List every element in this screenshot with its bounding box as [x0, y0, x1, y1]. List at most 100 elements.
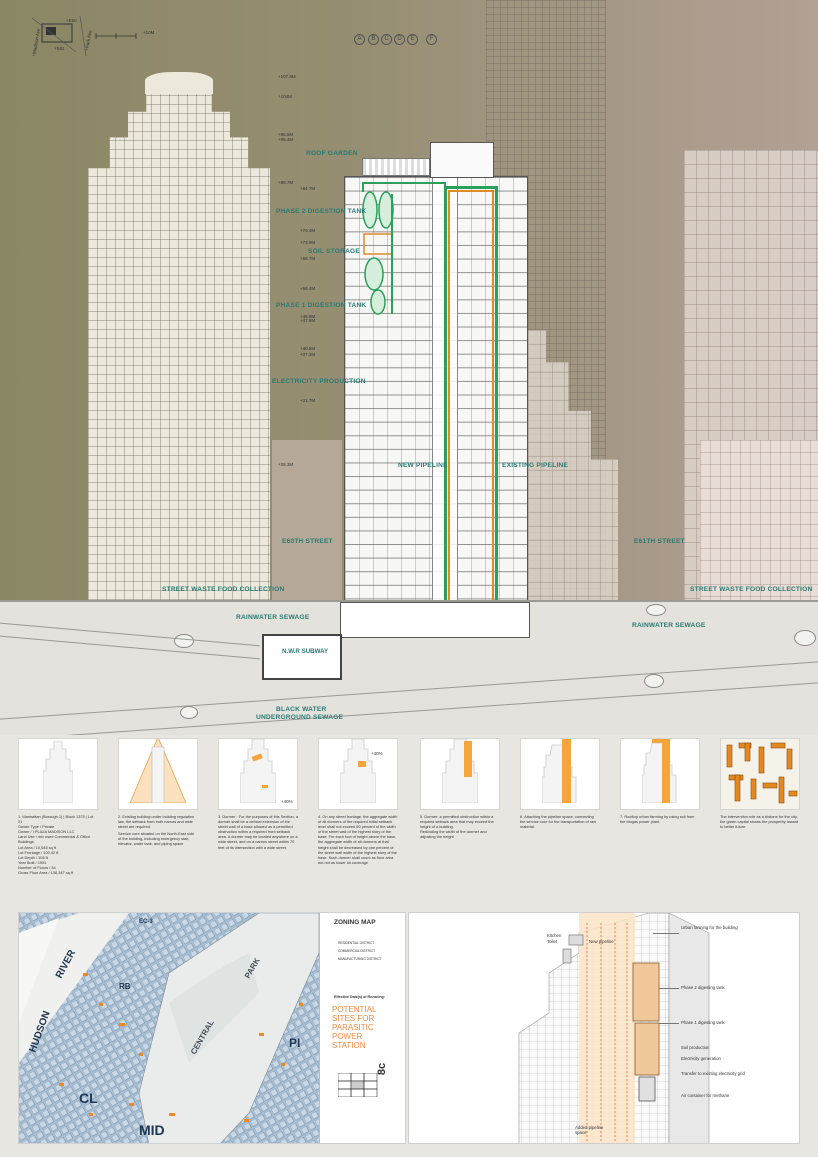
diagram-7: 7. Rooftop urban farming by using soil f…: [620, 738, 700, 824]
map-label-cl: CL: [79, 1090, 98, 1106]
rooftop-farming-icon: [642, 739, 677, 803]
diagram-2-image: [118, 738, 198, 810]
label-rainwater-right: RAINWATER SEWAGE: [632, 622, 706, 629]
dormer-icon: [240, 739, 276, 803]
massing-diagram-row: 1. Manhattan (Borough 1) | Block 1375 | …: [0, 735, 818, 915]
grid-axis-b: B: [368, 34, 379, 45]
diagram-4-image: 40%: [318, 738, 398, 810]
axo-label-phase1: Phase 1 digesting tank: [681, 1020, 725, 1025]
potential-line-1: POTENTIAL: [332, 1005, 377, 1014]
axo-label-transfer: Transfer to existing electricity grid: [681, 1071, 745, 1076]
axo-label-new-pipeline: New pipeline: [589, 939, 614, 944]
diagram-4-pct: 40%: [371, 751, 383, 756]
orange-pipeline: [448, 190, 494, 630]
diagram-5-text: 5. Dormer: a permitted obstruction withi…: [420, 814, 494, 840]
grid-axis-f: F: [426, 34, 437, 45]
left-tower-crown: [145, 72, 213, 94]
elevation-mark: 84.7M: [300, 186, 316, 191]
diagram-7-text: 7. Rooftop urban farming by using soil f…: [620, 814, 695, 825]
diagram-3: 40% 3. Dormer - For the purposes of this…: [218, 738, 298, 850]
potential-line-3: PARASITIC: [332, 1023, 374, 1032]
label-underground-sewage: UNDERGROUND SEWAGE: [256, 714, 344, 721]
street-e61: E61: [54, 46, 65, 51]
diagram-3-pct: 40%: [281, 799, 293, 804]
axo-label-urban-farming: Urban farming for the building: [681, 925, 738, 930]
map-label-rb: RB: [119, 982, 131, 991]
diagram-5: 5. Dormer: a permitted obstruction withi…: [420, 738, 500, 839]
diagram-6-image: [520, 738, 600, 810]
axo-label-toilet: Toilet: [547, 939, 558, 944]
subway-label: N.W.R SUBWAY: [282, 648, 329, 655]
label-phase1: PHASE 1 DIGESTION TANK: [276, 302, 367, 309]
diagram-2-text-b: Service core situated on the North-East …: [118, 831, 195, 847]
diagram-3-text: 3. Dormer - For the purposes of this Sec…: [218, 814, 299, 850]
dormer-width-icon: [340, 739, 376, 803]
map-label-ec3: EC-3: [139, 919, 153, 925]
basement: [340, 602, 530, 638]
grid-axis-a: A: [354, 34, 365, 45]
axo-label-kitchen: Kitchen: [547, 933, 562, 938]
label-street-waste-left: STREET WASTE FOOD COLLECTION: [162, 586, 285, 593]
biotone-pattern-icon: [726, 742, 798, 804]
far-right-lower-bldg: [700, 440, 818, 600]
key-grid-icon: [338, 1073, 378, 1097]
pipeline-space-icon: [542, 739, 577, 803]
axonometric-panel: Urban farming for the building Phase 2 d…: [408, 912, 800, 1144]
diagram-1-image: [18, 738, 98, 810]
diagram-6: 6. Attaching the pipeline space, connect…: [520, 738, 600, 829]
potential-line-4: POWER: [332, 1032, 363, 1041]
label-existing-pipeline: EXISTING PIPELINE: [502, 462, 569, 469]
zoning-map-canvas: HUDSON RIVER CENTRAL PARK CL MID PI EC-3…: [19, 913, 319, 1143]
leader-phase2: [659, 988, 679, 989]
elevation-mark: 73.9M: [300, 240, 316, 245]
label-new-pipeline: NEW PIPELINE: [398, 462, 448, 469]
zoning-map-legend: ZONING MAP RESIDENTIAL DISTRICT COMMERCI…: [319, 913, 405, 1143]
elevation-mark: 104M: [278, 94, 292, 99]
label-roof-garden: ROOF GARDEN: [306, 150, 358, 157]
elevation-mark: 68.7M: [300, 256, 316, 261]
diagram-3-image: 40%: [218, 738, 298, 810]
diagram-1: 1. Manhattan (Borough 1) | Block 1375 | …: [18, 738, 98, 875]
legend-item-commercial: COMMERCIAL DISTRICT: [338, 949, 376, 953]
diagram-2: 2. Existing building under building regu…: [118, 738, 198, 847]
setback-envelope-icon: [130, 739, 186, 803]
label-soil-storage: SOIL STORAGE: [308, 248, 360, 255]
axo-label-electricity: Electricity generation: [681, 1056, 721, 1061]
elevation-mark: 107.8M: [278, 74, 296, 79]
diagram-6-text: 6. Attaching the pipeline space, connect…: [520, 814, 597, 830]
diagram-2-text: 2. Existing building under building regu…: [118, 814, 195, 830]
label-electricity: ELECTRICITY PRODUCTION: [272, 378, 366, 385]
left-tower: [88, 86, 270, 600]
legend-title: ZONING MAP: [334, 919, 376, 926]
leader-phase1: [659, 1023, 679, 1024]
potential-sites-text: POTENTIAL SITES FOR PARASITIC POWER STAT…: [332, 1005, 376, 1050]
diagram-4-text: 4. On any street frontage, the aggregate…: [318, 814, 398, 865]
label-black-water: BLACK WATER: [276, 706, 327, 713]
leader-urban-farming: [653, 933, 679, 934]
label-e61-street: E61TH STREET: [634, 538, 685, 545]
legend-item-manufacturing: MANUFACTURING DISTRICT: [338, 957, 382, 961]
elevation-mark: 76.4M: [300, 228, 316, 233]
diagram-8-text: The intervention role as a biotone for t…: [720, 814, 799, 830]
roof-mech: [430, 142, 494, 178]
elevation-mark: 37.3M: [300, 352, 316, 357]
street-e60: E60: [66, 18, 77, 23]
redivided-dormer-icon: [442, 739, 478, 803]
label-street-waste-right: STREET WASTE FOOD COLLECTION: [690, 586, 813, 593]
axo-label-air: Air container for methane: [681, 1093, 730, 1098]
zoning-map-panel: HUDSON RIVER CENTRAL PARK CL MID PI EC-3…: [18, 912, 406, 1144]
compass-scale: 10M: [143, 30, 155, 35]
elevation-mark: 88.7M: [278, 180, 294, 185]
elevation-mark: 95.4M: [278, 137, 294, 142]
elevation-mark: 40.5M: [300, 346, 316, 351]
diagram-4: 40% 4. On any street frontage, the aggre…: [318, 738, 398, 865]
potential-line-2: SITES FOR: [332, 1014, 375, 1023]
diagram-5-image: [420, 738, 500, 810]
tunnel-right-2: [794, 630, 816, 646]
label-e60-street: E60TH STREET: [282, 538, 333, 545]
elevation-mark: 28.3M: [278, 462, 294, 467]
grid-axis-c: C: [381, 34, 392, 45]
zoning-map-graphic: HUDSON RIVER CENTRAL PARK CL MID PI EC-3…: [19, 913, 319, 1143]
diagram-8-image: [720, 738, 800, 810]
subway-box: [262, 634, 342, 680]
